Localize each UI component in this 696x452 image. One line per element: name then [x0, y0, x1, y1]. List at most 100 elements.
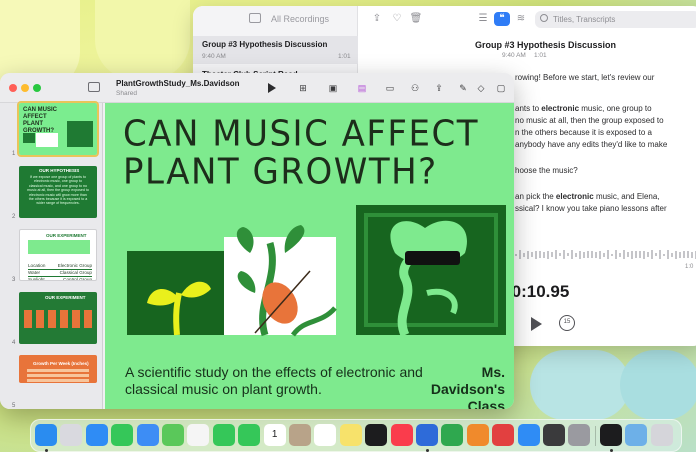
- phone-icon[interactable]: [238, 424, 261, 446]
- transcript-line: ants to electronic music, one group to: [515, 104, 652, 113]
- people-icon[interactable]: ⚇: [408, 82, 422, 94]
- transcript-line: ssical? I know you take piano lessons af…: [515, 204, 667, 213]
- share-icon[interactable]: ⇪: [369, 12, 385, 26]
- thumb-table-cell: Control Group: [63, 277, 92, 281]
- waveform-icon[interactable]: ≋: [513, 12, 529, 26]
- dock: 1: [30, 419, 682, 452]
- search-input-placeholder[interactable]: Titles, Transcripts: [553, 15, 615, 24]
- waveform-bar: [663, 253, 665, 256]
- waveform-bar: [687, 251, 689, 259]
- iphone-mirroring-icon[interactable]: [543, 424, 565, 446]
- waveform-bar: [683, 251, 685, 259]
- waveform-bar: [675, 250, 677, 259]
- waveform-bar: [603, 252, 605, 257]
- numbers-icon[interactable]: [441, 424, 464, 446]
- pages-icon[interactable]: [466, 424, 489, 446]
- keynote-window: PlantGrowthStudy_Ms.Davidson Shared ⊞ ▣ …: [0, 73, 514, 409]
- comment-icon[interactable]: ▭: [383, 82, 397, 94]
- recording-time: 9:40 AM: [202, 53, 226, 60]
- search-icon: [540, 14, 548, 22]
- waveform[interactable]: [515, 246, 696, 260]
- waveform-bar: [563, 250, 565, 260]
- detail-title: Group #3 Hypothesis Discussion: [475, 40, 617, 50]
- recording-duration: 1:01: [338, 53, 351, 60]
- slide-subtitle[interactable]: A scientific study on the effects of ele…: [125, 364, 425, 398]
- rocket-icon[interactable]: [492, 424, 515, 446]
- messages-icon[interactable]: [111, 424, 134, 446]
- facetime-icon[interactable]: [212, 424, 235, 446]
- options-icon[interactable]: ☰: [475, 12, 491, 26]
- zoom-button[interactable]: [33, 84, 41, 92]
- favorite-icon[interactable]: ♡: [389, 12, 405, 26]
- finder-icon[interactable]: [35, 424, 57, 446]
- animate-icon[interactable]: ◇: [474, 82, 488, 94]
- mail-icon[interactable]: [136, 424, 159, 446]
- share-icon[interactable]: ⇪: [432, 82, 446, 94]
- slide-thumbnail-2[interactable]: OUR HYPOTHESIS If we expose one group of…: [19, 166, 97, 218]
- insert-media-icon[interactable]: ▣: [326, 82, 340, 94]
- keynote-icon[interactable]: [416, 424, 438, 446]
- waveform-bar: [539, 251, 541, 259]
- close-button[interactable]: [9, 84, 17, 92]
- waveform-bar: [559, 253, 561, 257]
- tv-icon[interactable]: [365, 424, 388, 446]
- slide-thumbnail-1[interactable]: CAN MUSIC AFFECT PLANT GROWTH?: [17, 101, 99, 157]
- transcript-line: rowing! Before we start, let's review ou…: [515, 73, 655, 82]
- waveform-bar: [627, 252, 629, 258]
- thumb-header: OUR EXPERIMENT: [45, 295, 86, 300]
- calendar-icon[interactable]: 1: [263, 424, 286, 446]
- collaborate-icon[interactable]: ▤: [355, 82, 369, 94]
- waveform-bar: [571, 250, 573, 260]
- sidebar-toggle-icon[interactable]: [88, 82, 100, 92]
- notes-icon[interactable]: [339, 424, 362, 446]
- play-slideshow-icon[interactable]: [268, 83, 276, 93]
- safari-icon[interactable]: [85, 424, 108, 446]
- slide-canvas[interactable]: CAN MUSIC AFFECT PLANT GROWTH? A scienti…: [105, 103, 514, 409]
- play-button[interactable]: [531, 317, 542, 331]
- skip-forward-button[interactable]: 15: [559, 315, 575, 331]
- thumb-text: If we expose one group of plants to elec…: [27, 175, 89, 206]
- waveform-bar: [535, 250, 537, 259]
- timeline-end-label: 1:0: [685, 264, 694, 270]
- waveform-bar: [631, 250, 633, 259]
- maps-icon[interactable]: [162, 424, 184, 446]
- photos-icon[interactable]: [187, 424, 210, 446]
- contacts-icon[interactable]: [289, 424, 311, 446]
- document-icon[interactable]: ▢: [494, 82, 508, 94]
- waveform-bar: [635, 251, 637, 259]
- slide-thumbnail-5[interactable]: Growth Per Week (Inches): [19, 355, 97, 383]
- slide-thumbnail-4[interactable]: OUR EXPERIMENT: [19, 292, 97, 344]
- thumb-header: OUR EXPERIMENT: [46, 233, 87, 238]
- appstore-icon[interactable]: [517, 424, 540, 446]
- reminders-icon[interactable]: [314, 424, 337, 446]
- waveform-bar: [615, 250, 617, 260]
- waveform-bar: [587, 251, 589, 259]
- waveform-bar: [547, 250, 549, 259]
- waveform-bar: [607, 250, 609, 260]
- minimize-button[interactable]: [21, 84, 29, 92]
- trash-icon[interactable]: 🗑: [408, 12, 424, 26]
- thumb-table-row: Location Electronic Group: [28, 263, 92, 270]
- format-brush-icon[interactable]: ✎: [456, 82, 470, 94]
- trash-icon[interactable]: [650, 424, 673, 446]
- transcript-line: n the others because it is exposed to a: [515, 128, 652, 137]
- waveform-bar: [619, 253, 621, 257]
- slide-author[interactable]: Ms. Davidson's Class: [410, 364, 505, 409]
- waveform-bar: [639, 251, 641, 259]
- waveform-bar: [595, 251, 597, 258]
- document-status: Shared: [116, 90, 137, 97]
- thumb-table: Location Electronic Group Water Classical G…: [28, 263, 92, 281]
- slide-thumbnail-3[interactable]: OUR EXPERIMENT Location Electronic Group W…: [19, 229, 97, 281]
- transcript-line: anybody have any edits they'd like to ma…: [515, 140, 668, 149]
- sidebar-toggle-icon[interactable]: [249, 13, 261, 23]
- add-slide-icon[interactable]: ⊞: [296, 82, 310, 94]
- transcript-line: no music at all, then the group exposed …: [515, 116, 664, 125]
- downloads-icon[interactable]: [625, 424, 648, 446]
- waveform-bar: [643, 250, 645, 259]
- music-icon[interactable]: [390, 424, 413, 446]
- settings-icon[interactable]: [568, 424, 591, 446]
- wallpaper-shape: [620, 350, 696, 420]
- voice-memos-icon[interactable]: [599, 424, 622, 446]
- transcript-icon[interactable]: ❝: [494, 12, 510, 26]
- launchpad-icon[interactable]: [60, 424, 83, 446]
